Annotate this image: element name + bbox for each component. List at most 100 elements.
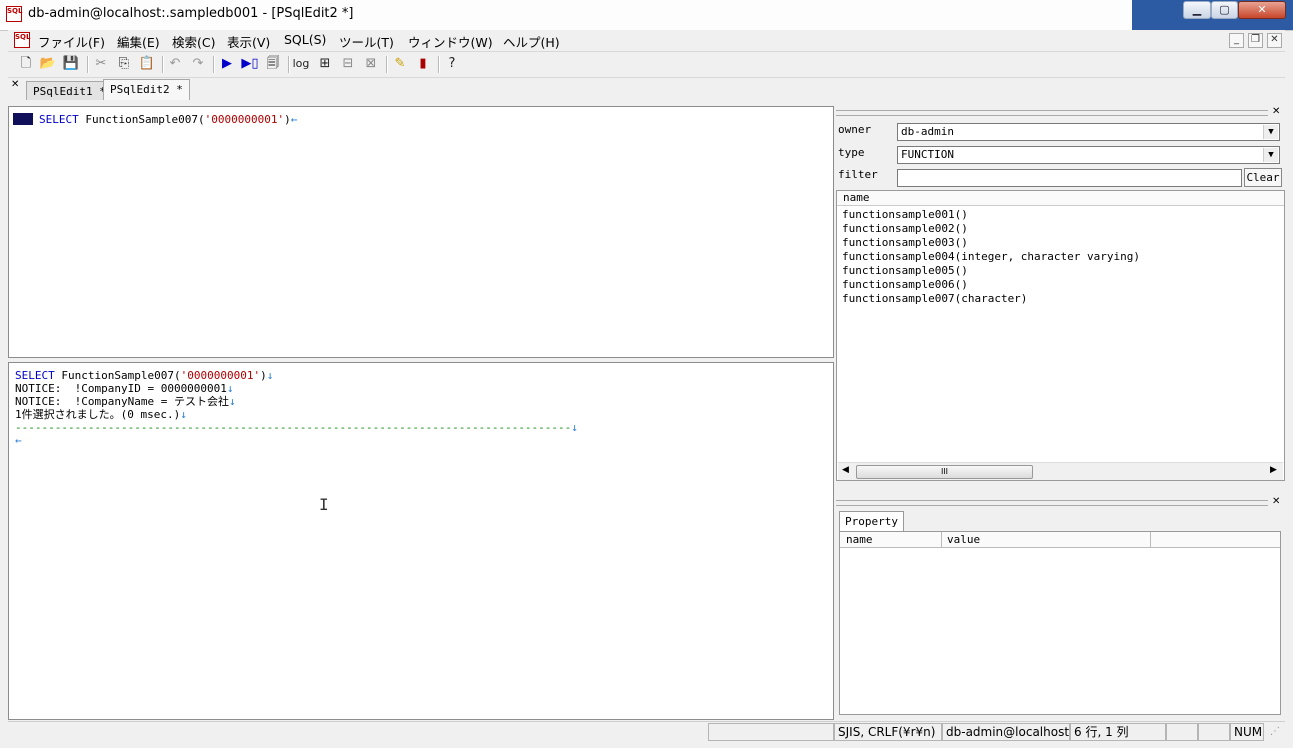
list-item[interactable]: functionsample003() (842, 236, 968, 250)
type-label: type (838, 146, 865, 159)
menu-view[interactable]: 表示(V) (227, 32, 270, 51)
tab-psqledit1[interactable]: PSqlEdit1 * (26, 81, 113, 100)
object-browser: ✕ owner db-admin ▼ type FUNCTION ▼ filter … (836, 106, 1285, 490)
book-icon[interactable]: ▮ (414, 55, 432, 73)
mdi-close-icon[interactable]: ✕ (1267, 33, 1282, 48)
tab-psqledit2[interactable]: PSqlEdit2 * (103, 79, 190, 100)
list-item[interactable]: functionsample007(character) (842, 292, 1027, 306)
tab-strip: ✕ PSqlEdit1 * PSqlEdit2 * (8, 77, 1285, 101)
paste-icon[interactable]: 📋 (138, 55, 156, 73)
resize-grip-icon[interactable]: ⋰ (1270, 726, 1280, 737)
menu-bar: SQL ファイル(F) 編集(E) 検索(C) 表示(V) SQL(S) ツール… (8, 30, 1285, 51)
open-folder-icon[interactable]: 📂 (39, 55, 57, 73)
save-icon[interactable]: 💾 (62, 55, 80, 73)
list-item[interactable]: functionsample006() (842, 278, 968, 292)
redo-icon[interactable]: ↷ (189, 55, 207, 73)
filter-label: filter (838, 168, 878, 181)
app-icon: SQL (6, 6, 22, 22)
newline-mark: ↓ (180, 408, 187, 421)
clear-button[interactable]: Clear (1244, 168, 1282, 187)
value-column-header[interactable]: value (947, 533, 980, 546)
name-column-header[interactable]: name (846, 533, 873, 546)
panel-grip[interactable] (836, 110, 1268, 116)
panel-close-icon[interactable]: ✕ (1272, 496, 1280, 507)
scroll-left-icon[interactable]: ◀ (842, 465, 849, 475)
mdi-restore-icon[interactable]: ❐ (1248, 33, 1263, 48)
status-bar: SJIS, CRLF(¥r¥n) db-admin@localhost: 6 行… (8, 721, 1285, 742)
object-list[interactable]: name functionsample001() functionsample0… (836, 190, 1285, 481)
minimize-button[interactable]: ▁ (1183, 1, 1211, 19)
explain-icon[interactable]: 🗐 (264, 55, 282, 73)
notice-text: NOTICE: !CompanyID = 0000000001 (15, 382, 227, 395)
result-line: NOTICE: !CompanyID = 0000000001↓ (15, 382, 234, 395)
panel-grip[interactable] (836, 500, 1268, 506)
undo-icon[interactable]: ↶ (166, 55, 184, 73)
menu-file[interactable]: ファイル(F) (38, 32, 105, 51)
result-output[interactable]: SELECT FunctionSample007('0000000001')↓ … (8, 362, 834, 720)
type-value: FUNCTION (901, 148, 954, 161)
owner-value: db-admin (901, 125, 954, 138)
menu-search[interactable]: 検索(C) (172, 32, 215, 51)
help-icon[interactable]: ? (443, 55, 461, 73)
line-marker (13, 113, 33, 125)
document-icon[interactable]: SQL (14, 32, 30, 48)
status-num: NUM (1230, 723, 1264, 741)
newline-mark: ↓ (266, 369, 274, 382)
scroll-right-icon[interactable]: ▶ (1270, 465, 1277, 475)
list-item[interactable]: functionsample001() (842, 208, 968, 222)
chevron-down-icon[interactable]: ▼ (1263, 148, 1278, 162)
list-header[interactable]: name (837, 191, 1284, 206)
sql-keyword: SELECT (15, 369, 55, 382)
list-item[interactable]: functionsample004(integer, character var… (842, 250, 1140, 264)
result-line: NOTICE: !CompanyName = テスト会社↓ (15, 395, 236, 408)
chevron-down-icon[interactable]: ▼ (1263, 125, 1278, 139)
toolbar: 🗋 📂 💾 ✂ ⎘ 📋 ↶ ↷ ▶ ▶▯ 🗐 log ⊞ ⊟ ⊠ ✎ ▮ ? (8, 51, 1285, 78)
window-title: db-admin@localhost:.sampledb001 - [PSqlE… (28, 6, 354, 21)
property-panel: ✕ Property name value (836, 496, 1285, 720)
new-file-icon[interactable]: 🗋 (17, 55, 35, 73)
pencil-icon[interactable]: ✎ (391, 55, 409, 73)
horizontal-scrollbar[interactable]: ◀ III ▶ (838, 462, 1283, 480)
grid-export-icon[interactable]: ⊠ (362, 55, 380, 73)
filter-input[interactable] (897, 169, 1242, 187)
list-item[interactable]: functionsample005() (842, 264, 968, 278)
panel-close-icon[interactable]: ✕ (1272, 106, 1280, 117)
menu-edit[interactable]: 編集(E) (117, 32, 160, 51)
cut-icon[interactable]: ✂ (92, 55, 110, 73)
menu-help[interactable]: ヘルプ(H) (503, 32, 560, 51)
list-item[interactable]: functionsample002() (842, 222, 968, 236)
status-position: 6 行, 1 列 (1070, 723, 1166, 741)
mdi-minimize-icon[interactable]: _ (1229, 33, 1244, 48)
maximize-button[interactable]: ▢ (1211, 1, 1238, 19)
execute-step-icon[interactable]: ▶▯ (241, 55, 259, 73)
status-cell-empty (708, 723, 834, 741)
owner-select[interactable]: db-admin ▼ (897, 123, 1280, 141)
type-select[interactable]: FUNCTION ▼ (897, 146, 1280, 164)
close-button[interactable]: ✕ (1238, 1, 1286, 19)
sql-function: FunctionSample007( (54, 369, 181, 382)
result-line: ----------------------------------------… (15, 421, 578, 434)
property-table[interactable]: name value (839, 531, 1281, 715)
menu-sql[interactable]: SQL(S) (284, 32, 326, 47)
sql-paren: ) (284, 113, 291, 126)
grid-alt-icon[interactable]: ⊟ (339, 55, 357, 73)
result-line: 1件選択されました。(0 msec.)↓ (15, 408, 187, 421)
status-text: 1件選択されました。(0 msec.) (15, 408, 181, 421)
log-icon[interactable]: log (292, 55, 310, 73)
text-cursor-icon: I (319, 495, 329, 514)
eol-mark: ← (290, 113, 298, 126)
status-connection: db-admin@localhost: (942, 723, 1070, 741)
tab-close-icon[interactable]: ✕ (11, 79, 19, 90)
grid-icon[interactable]: ⊞ (316, 55, 334, 73)
tab-property[interactable]: Property (839, 511, 904, 531)
copy-icon[interactable]: ⎘ (115, 55, 133, 73)
property-header: name value (840, 532, 1280, 548)
menu-tools[interactable]: ツール(T) (339, 32, 394, 51)
sql-editor[interactable]: SELECT FunctionSample007('0000000001')← (8, 106, 834, 358)
result-line: SELECT FunctionSample007('0000000001')↓ (15, 369, 273, 382)
sql-string: '0000000001' (204, 113, 285, 126)
menu-window[interactable]: ウィンドウ(W) (408, 32, 493, 51)
window-controls: ▁ ▢ ✕ (1132, 0, 1293, 30)
scroll-thumb[interactable]: III (856, 465, 1033, 479)
execute-icon[interactable]: ▶ (218, 55, 236, 73)
